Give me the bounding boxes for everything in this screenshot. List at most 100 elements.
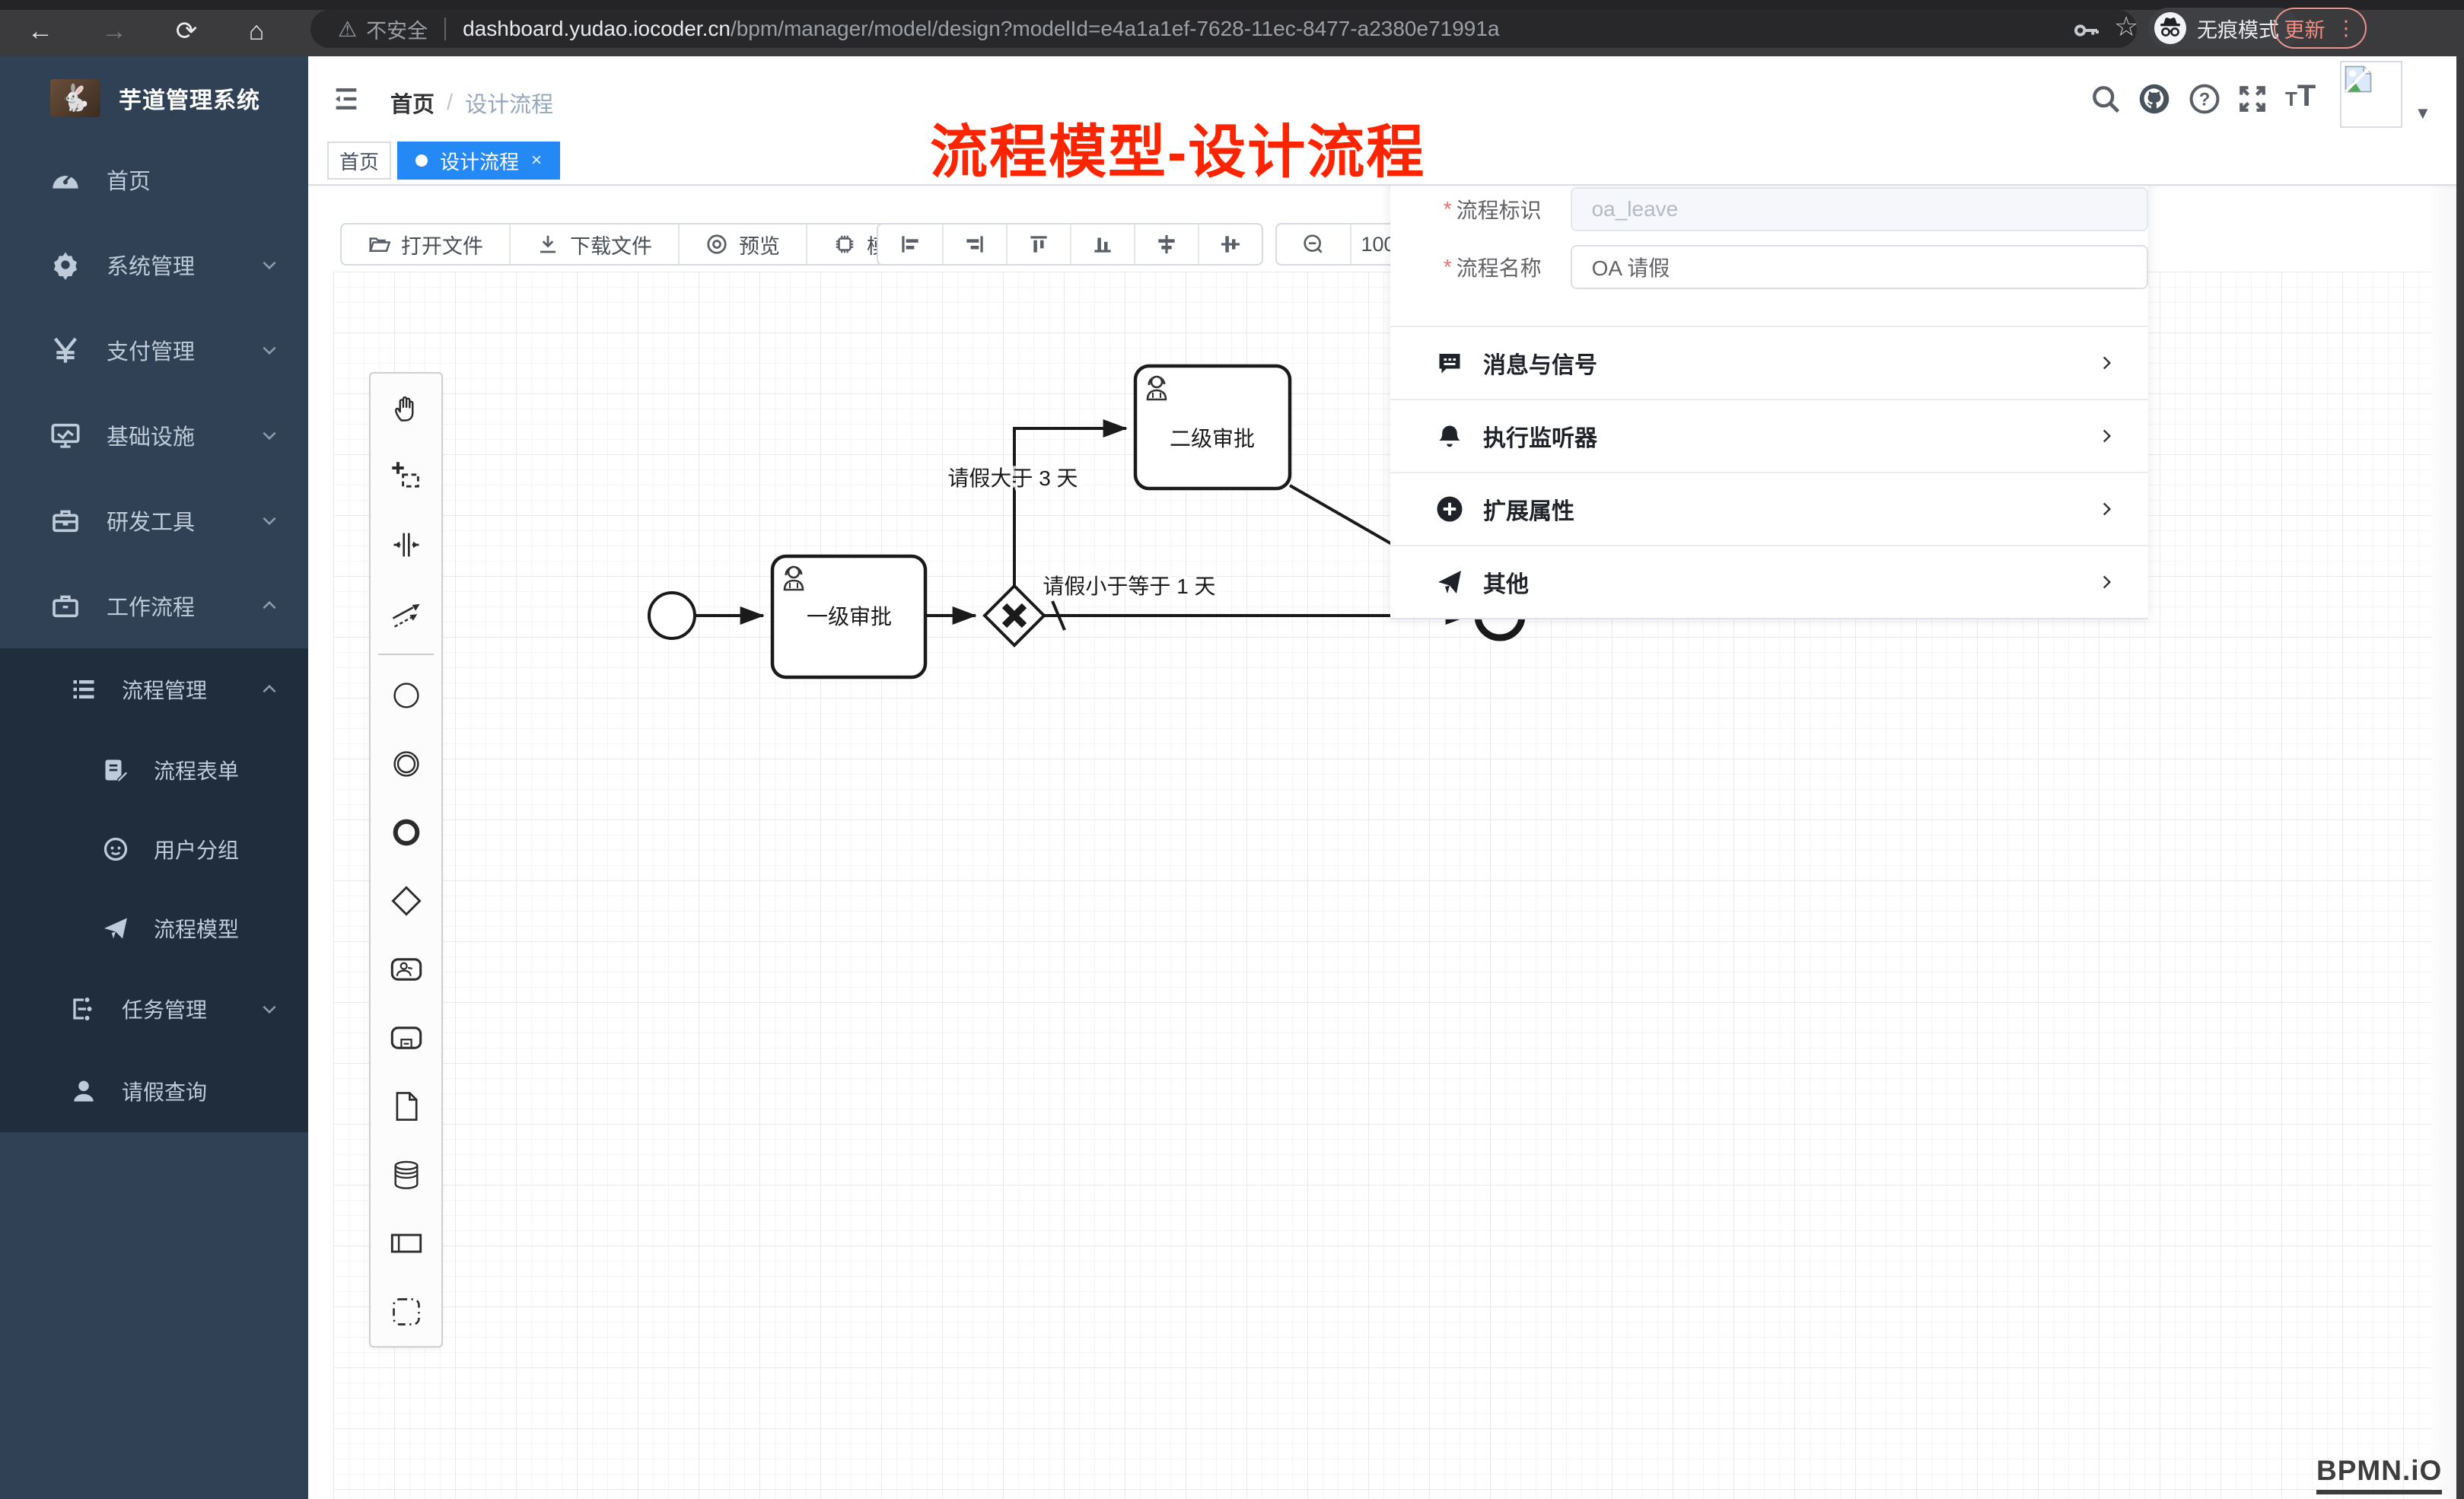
update-button[interactable]: 更新 ⋮ bbox=[2274, 8, 2367, 49]
sidebar-item-label: 支付管理 bbox=[107, 334, 195, 366]
exclusive-gateway[interactable] bbox=[985, 586, 1044, 645]
zoom-out-button[interactable] bbox=[1277, 224, 1350, 264]
search-icon[interactable] bbox=[2089, 82, 2122, 116]
create-data-object[interactable] bbox=[371, 1072, 441, 1141]
global-connect-tool[interactable] bbox=[371, 579, 441, 648]
process-id-input[interactable] bbox=[1571, 187, 2148, 231]
process-name-input[interactable] bbox=[1571, 245, 2148, 289]
user-task-level1[interactable]: 一级审批 bbox=[772, 556, 925, 677]
not-secure-warning-icon: ⚠ bbox=[338, 17, 357, 42]
sidebar-item-process-form[interactable]: 流程表单 bbox=[0, 730, 308, 810]
create-data-store[interactable] bbox=[371, 1141, 441, 1209]
breadcrumb-home[interactable]: 首页 bbox=[390, 87, 435, 119]
plus-circle-icon bbox=[1436, 495, 1463, 523]
app-title: 芋道管理系统 bbox=[119, 81, 260, 115]
align-top-button[interactable] bbox=[1006, 224, 1070, 264]
sidebar-item-devtools[interactable]: 研发工具 bbox=[0, 478, 308, 563]
key-icon[interactable] bbox=[2071, 15, 2102, 46]
url-bar[interactable]: ⚠ 不安全 dashboard.yudao.iocoder.cn/bpm/man… bbox=[310, 10, 2137, 48]
monitor-icon bbox=[50, 420, 81, 450]
section-title: 其他 bbox=[1483, 565, 1529, 599]
bpmn-io-logo[interactable]: BPMN.iO bbox=[2316, 1455, 2442, 1494]
browser-home-icon[interactable]: ⌂ bbox=[241, 17, 272, 47]
button-label: 下载文件 bbox=[570, 230, 652, 259]
create-user-task[interactable] bbox=[371, 935, 441, 1004]
fullscreen-icon[interactable] bbox=[2236, 82, 2269, 116]
align-bottom-button[interactable] bbox=[1070, 224, 1134, 264]
section-extended-attributes[interactable]: 扩展属性 bbox=[1390, 473, 2148, 546]
download-icon bbox=[536, 233, 559, 256]
sidebar-item-process-model[interactable]: 流程模型 bbox=[0, 889, 308, 968]
tab-close-icon[interactable]: × bbox=[531, 150, 542, 171]
bpmn-palette bbox=[369, 372, 443, 1348]
sidebar-item-leave-query[interactable]: 请假查询 bbox=[0, 1050, 308, 1132]
avatar-caret-icon[interactable]: ▼ bbox=[2415, 103, 2431, 123]
browser-forward-icon[interactable]: → bbox=[99, 17, 129, 47]
browser-tabstrip bbox=[0, 0, 2464, 10]
plane-icon bbox=[102, 915, 129, 942]
create-subprocess[interactable] bbox=[371, 1004, 441, 1072]
sidebar: 🐇 芋道管理系统 首页 系统管理 支付管理 基础设施 研发工具 工作流程 流程管… bbox=[0, 56, 308, 1499]
create-end-event[interactable] bbox=[371, 798, 441, 867]
sidebar-item-infra[interactable]: 基础设施 bbox=[0, 393, 308, 478]
help-icon[interactable]: ? bbox=[2188, 82, 2221, 116]
section-other[interactable]: 其他 bbox=[1390, 546, 2148, 619]
user-task-level2[interactable]: 二级审批 bbox=[1135, 366, 1290, 489]
send-icon bbox=[1436, 568, 1463, 596]
sidebar-item-home[interactable]: 首页 bbox=[0, 137, 308, 222]
chevron-right-icon bbox=[2096, 499, 2116, 519]
chevron-right-icon bbox=[2096, 353, 2116, 373]
toolbox-icon bbox=[50, 505, 81, 536]
tab-label: 首页 bbox=[339, 147, 379, 175]
sidebar-item-process-mgmt[interactable]: 流程管理 bbox=[0, 648, 308, 730]
sidebar-item-workflow[interactable]: 工作流程 bbox=[0, 563, 308, 648]
active-tab-dot bbox=[415, 154, 428, 167]
browser-menu-dots-icon[interactable]: ⋮ bbox=[2336, 17, 2357, 40]
create-participant[interactable] bbox=[371, 1209, 441, 1278]
hand-tool[interactable] bbox=[371, 374, 441, 442]
browser-back-icon[interactable]: ← bbox=[25, 17, 56, 47]
start-event[interactable] bbox=[649, 593, 695, 638]
tab-home[interactable]: 首页 bbox=[327, 142, 391, 180]
section-title: 执行监听器 bbox=[1483, 419, 1597, 453]
create-intermediate-event[interactable] bbox=[371, 730, 441, 798]
sidebar-item-payment[interactable]: 支付管理 bbox=[0, 307, 308, 393]
app-logo-row[interactable]: 🐇 芋道管理系统 bbox=[0, 56, 308, 137]
form-icon bbox=[102, 756, 129, 784]
browser-reload-icon[interactable]: ⟳ bbox=[171, 17, 202, 47]
section-execution-listener[interactable]: 执行监听器 bbox=[1390, 400, 2148, 473]
process-id-field-row: * 流程标识 bbox=[1390, 187, 2148, 231]
sidebar-item-label: 任务管理 bbox=[122, 994, 207, 1024]
window-edge bbox=[2456, 56, 2464, 1499]
download-file-button[interactable]: 下载文件 bbox=[509, 224, 678, 264]
align-middle-button[interactable] bbox=[1134, 224, 1198, 264]
flow-icon bbox=[70, 995, 97, 1023]
message-icon bbox=[1436, 349, 1463, 377]
sidebar-item-user-group[interactable]: 用户分组 bbox=[0, 810, 308, 889]
github-icon[interactable] bbox=[2138, 82, 2171, 116]
font-size-icon[interactable]: TT bbox=[2285, 79, 2319, 113]
open-file-button[interactable]: 打开文件 bbox=[342, 224, 509, 264]
sidebar-item-system[interactable]: 系统管理 bbox=[0, 222, 308, 307]
preview-button[interactable]: 预览 bbox=[678, 224, 806, 264]
lasso-tool[interactable] bbox=[371, 442, 441, 511]
avatar[interactable] bbox=[2340, 61, 2402, 128]
incognito-label: 无痕模式 bbox=[2197, 14, 2279, 43]
required-mark: * bbox=[1390, 197, 1452, 221]
chevron-down-icon bbox=[259, 255, 279, 275]
space-tool[interactable] bbox=[371, 511, 441, 579]
create-start-event[interactable] bbox=[371, 661, 441, 730]
sidebar-collapse-icon[interactable] bbox=[329, 84, 363, 114]
flow-gateway-to-task2[interactable] bbox=[1014, 428, 1126, 586]
align-center-button[interactable] bbox=[1198, 224, 1262, 264]
align-right-button[interactable] bbox=[942, 224, 1006, 264]
bookmark-star-icon[interactable]: ☆ bbox=[2114, 11, 2138, 43]
sidebar-item-task-mgmt[interactable]: 任务管理 bbox=[0, 968, 308, 1050]
tab-design-process[interactable]: 设计流程 × bbox=[397, 142, 560, 180]
section-messages-signals[interactable]: 消息与信号 bbox=[1390, 327, 2148, 400]
people-icon bbox=[102, 835, 129, 863]
create-gateway[interactable] bbox=[371, 867, 441, 935]
align-left-button[interactable] bbox=[878, 224, 942, 264]
sidebar-item-label: 流程模型 bbox=[154, 913, 239, 944]
create-group[interactable] bbox=[371, 1278, 441, 1346]
